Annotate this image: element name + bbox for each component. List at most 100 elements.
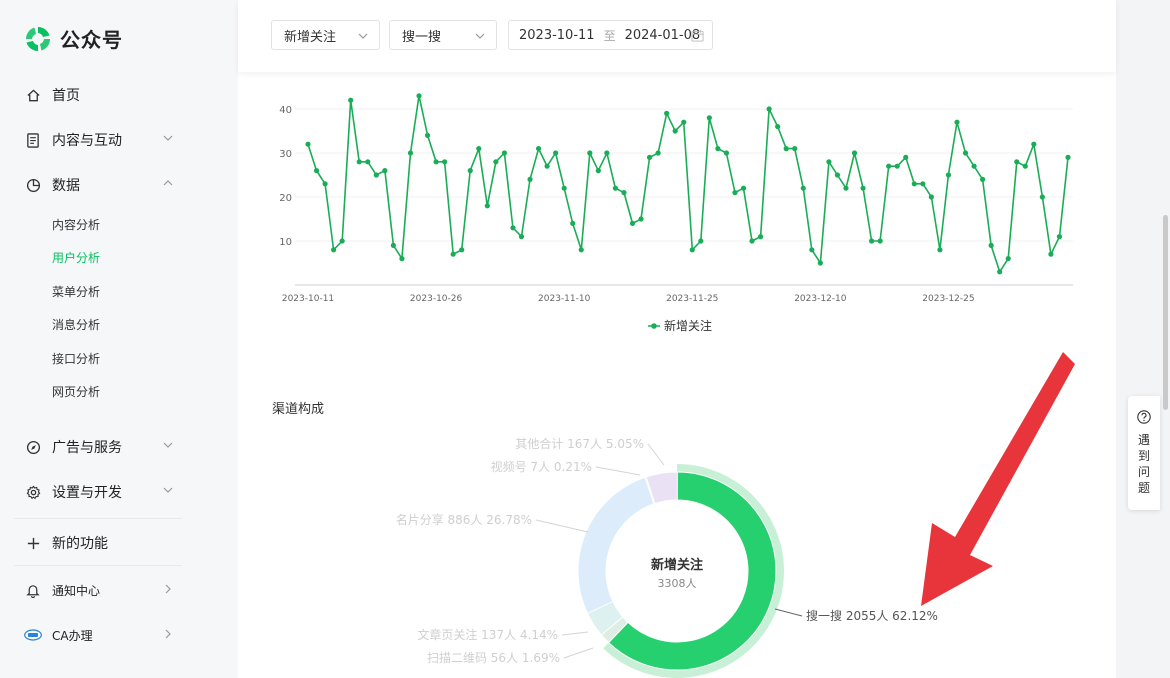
data-point[interactable] [1039,194,1045,200]
donut-slice[interactable] [577,476,655,615]
data-point[interactable] [322,181,328,187]
data-point[interactable] [638,216,644,222]
brand[interactable]: 公众号 [24,24,123,53]
data-point[interactable] [621,190,627,196]
data-point[interactable] [527,176,533,182]
metric-select[interactable]: 新增关注 [271,20,380,50]
data-point[interactable] [766,106,772,112]
data-point[interactable] [689,247,695,253]
data-point[interactable] [655,150,661,156]
data-point[interactable] [681,119,687,125]
data-point[interactable] [535,146,542,152]
data-point[interactable] [757,234,764,240]
data-point[interactable] [501,150,508,156]
data-point[interactable] [424,132,431,138]
data-point[interactable] [459,247,465,253]
data-point[interactable] [792,146,798,152]
data-point[interactable] [595,168,601,174]
data-point[interactable] [843,185,849,191]
data-point[interactable] [348,97,354,103]
data-point[interactable] [997,269,1003,275]
sidebar-sub-api-analysis[interactable]: 接口分析 [52,350,100,367]
data-point[interactable] [834,172,841,178]
data-point[interactable] [920,181,926,187]
data-point[interactable] [612,185,619,191]
sidebar-item-data[interactable]: 数据 [24,175,174,195]
data-point[interactable] [851,150,858,156]
data-point[interactable] [570,220,576,226]
data-point[interactable] [433,159,439,165]
data-point[interactable] [971,163,977,169]
data-point[interactable] [740,185,747,191]
data-point[interactable] [980,176,986,182]
data-point[interactable] [518,234,525,240]
data-point[interactable] [945,172,952,178]
data-point[interactable] [339,238,345,244]
data-point[interactable] [860,185,866,191]
data-point[interactable] [416,93,422,99]
data-point[interactable] [493,159,499,165]
data-point[interactable] [877,238,883,244]
data-point[interactable] [399,256,405,262]
sidebar-item-settings-dev[interactable]: 设置与开发 [24,482,174,502]
sidebar-sub-content-analysis[interactable]: 内容分析 [52,216,100,233]
sidebar-item-ads-services[interactable]: 广告与服务 [24,437,174,457]
data-point[interactable] [1014,159,1020,165]
data-point[interactable] [800,185,806,191]
data-point[interactable] [672,128,678,134]
data-point[interactable] [629,220,636,226]
data-point[interactable] [664,110,670,116]
data-point[interactable] [826,159,832,165]
legend-label[interactable]: 新增关注 [664,318,712,333]
data-point[interactable] [365,159,371,165]
data-point[interactable] [561,185,567,191]
data-point[interactable] [1031,141,1037,147]
data-point[interactable] [928,194,934,200]
data-point[interactable] [544,163,550,169]
data-point[interactable] [484,203,490,209]
data-point[interactable] [698,238,704,244]
data-point[interactable] [954,119,960,125]
data-point[interactable] [646,154,653,160]
data-point[interactable] [1048,251,1054,257]
sidebar-sub-user-analysis[interactable]: 用户分析 [52,249,100,266]
data-point[interactable] [809,247,815,253]
sidebar-sub-message-analysis[interactable]: 消息分析 [52,316,100,333]
data-point[interactable] [313,168,320,174]
date-range-picker[interactable]: 2023-10-11 至 2024-01-08 [508,20,713,50]
data-point[interactable] [775,124,781,130]
data-point[interactable] [356,159,362,165]
data-point[interactable] [706,115,712,121]
data-point[interactable] [817,260,823,266]
scrollbar-thumb[interactable] [1163,215,1168,410]
data-point[interactable] [962,150,969,156]
data-point[interactable] [783,146,789,152]
data-point[interactable] [723,150,730,156]
source-select[interactable]: 搜一搜 [389,20,497,50]
data-point[interactable] [476,146,482,152]
sidebar-item-ca[interactable]: CA办理 [24,626,174,644]
data-point[interactable] [1005,256,1011,262]
data-point[interactable] [450,251,456,257]
data-point[interactable] [868,238,875,244]
data-point[interactable] [373,172,379,178]
data-point[interactable] [382,168,388,174]
sidebar-item-notifications[interactable]: 通知中心 [24,581,174,599]
data-point[interactable] [305,141,311,147]
sidebar-item-new-features[interactable]: 新的功能 [24,533,174,553]
data-point[interactable] [407,150,414,156]
data-point[interactable] [886,163,892,169]
data-point[interactable] [903,154,909,160]
data-point[interactable] [331,247,337,253]
data-point[interactable] [988,242,994,248]
data-point[interactable] [604,150,610,156]
data-point[interactable] [1065,154,1071,160]
data-point[interactable] [578,247,584,253]
data-point[interactable] [937,247,943,253]
help-button[interactable]: 遇到问题 [1128,396,1160,510]
data-point[interactable] [1022,163,1028,169]
data-point[interactable] [732,190,738,196]
data-point[interactable] [510,225,516,231]
date-end[interactable]: 2024-01-08 [625,28,701,43]
data-point[interactable] [442,159,448,165]
